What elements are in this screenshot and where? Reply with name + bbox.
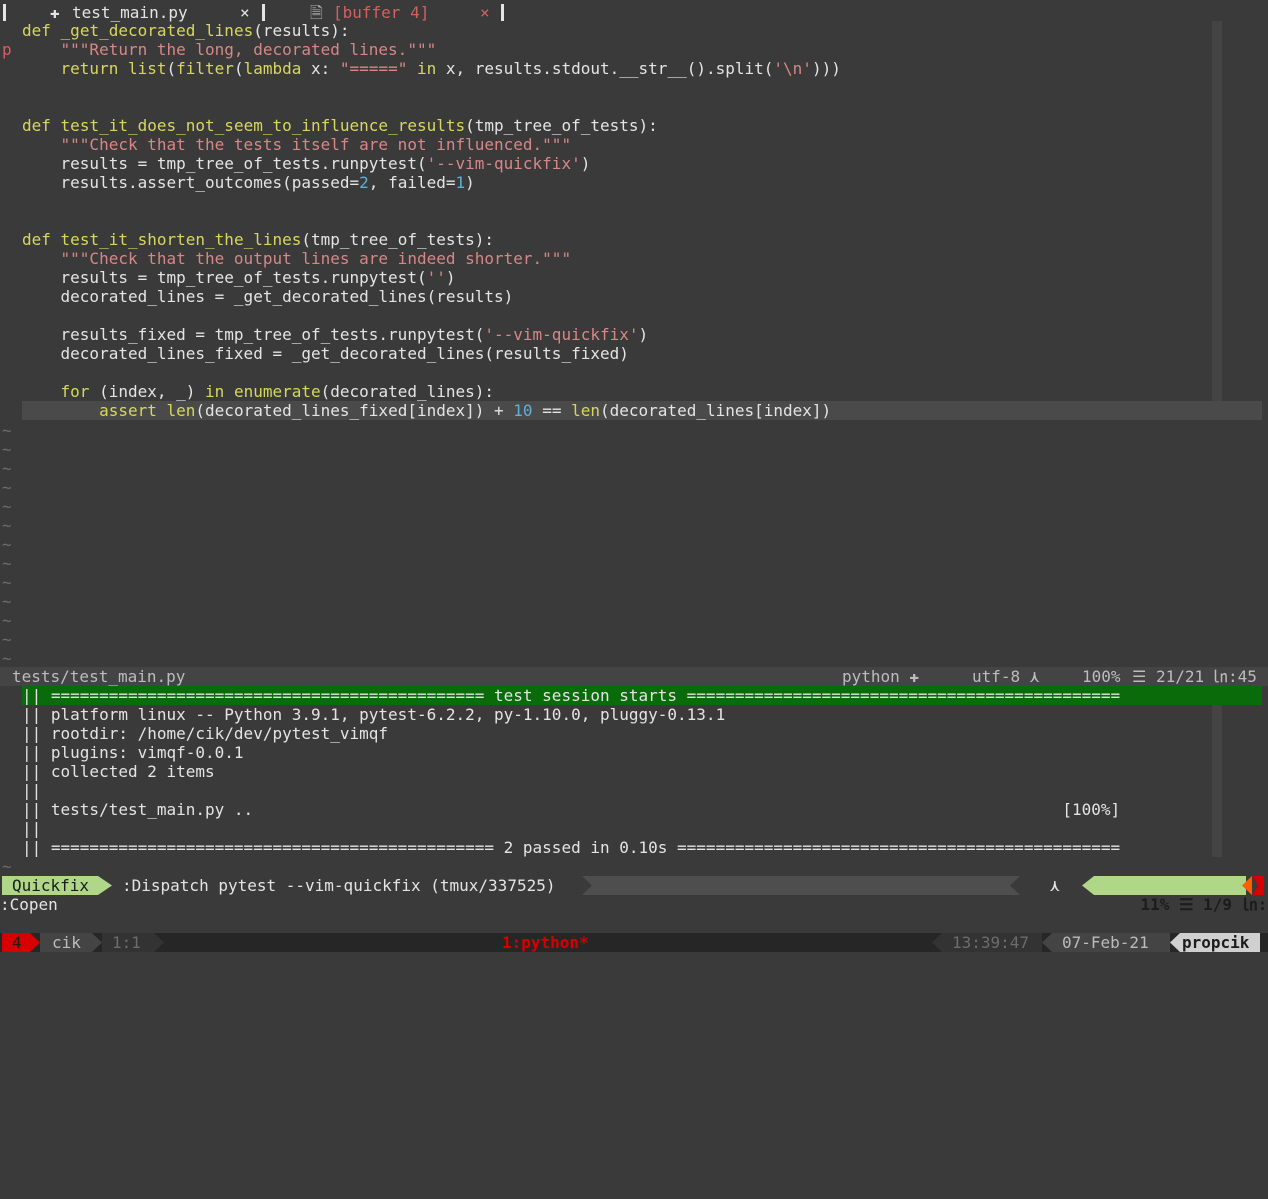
quickfix-entry[interactable]: ||	[22, 819, 41, 838]
statusline: tests/test_main.py python ✚ utf-8 ⋏ 100%…	[0, 667, 1268, 686]
command-line[interactable]: :Copen	[0, 895, 1268, 914]
column-position: ㏑:45	[1212, 667, 1257, 686]
tmux-session[interactable]: 4	[2, 933, 30, 952]
quickfix-entry[interactable]: || tests/test_main.py .. [100%]	[22, 800, 1120, 819]
empty-line: ~	[2, 516, 12, 535]
document-icon: 🗎	[310, 3, 323, 22]
quickfix-entry[interactable]: || collected 2 items	[22, 762, 215, 781]
scrollbar[interactable]	[1212, 21, 1222, 401]
warning-indicator	[1242, 876, 1264, 895]
quickfix-statusline: Quickfix :Dispatch pytest --vim-quickfix…	[0, 876, 1268, 914]
tab-buffer-4[interactable]: [buffer 4]	[333, 3, 429, 22]
quickfix-entry[interactable]: || =====================================…	[22, 686, 1120, 705]
empty-line: ~	[2, 440, 12, 459]
code-line[interactable]: """Return the long, decorated lines."""	[22, 40, 437, 59]
powerline-separator	[582, 876, 592, 895]
tmux-window-python[interactable]: 1:python*	[502, 933, 589, 952]
tmux-hostname: propcik	[1180, 933, 1260, 952]
code-line[interactable]: results.assert_outcomes(passed=2, failed…	[22, 173, 475, 192]
quickfix-entry[interactable]: || rootdir: /home/cik/dev/pytest_vimqf	[22, 724, 388, 743]
empty-line: ~	[2, 592, 12, 611]
tab-separator	[3, 4, 6, 21]
quickfix-window[interactable]: || =====================================…	[0, 686, 1268, 876]
file-encoding: utf-8 ⋏	[972, 667, 1040, 686]
tab-separator	[262, 4, 265, 21]
powerline-separator	[1010, 876, 1020, 895]
empty-line: ~	[2, 478, 12, 497]
code-line[interactable]: """Check that the output lines are indee…	[22, 249, 572, 268]
quickfix-position-block: 11% ☰ 1/9 ㏑:1	[1094, 876, 1268, 914]
tab-separator	[501, 4, 504, 21]
mode-indicator: Quickfix	[2, 876, 98, 895]
powerline-separator	[1082, 876, 1094, 895]
quickfix-entry[interactable]: ||	[22, 781, 41, 800]
powerline-separator	[98, 876, 112, 895]
code-line[interactable]: decorated_lines = _get_decorated_lines(r…	[22, 287, 514, 306]
powerline-separator	[1042, 933, 1052, 952]
code-line[interactable]: results = tmp_tree_of_tests.runpytest('-…	[22, 154, 591, 173]
tmux-time: 13:39:47	[942, 933, 1042, 952]
code-line[interactable]: def test_it_does_not_seem_to_influence_r…	[22, 116, 658, 135]
tmux-date: 07-Feb-21	[1052, 933, 1170, 952]
close-icon[interactable]: ×	[480, 3, 490, 22]
code-line[interactable]: return list(filter(lambda x: "=====" in …	[22, 59, 841, 78]
editor-pane[interactable]: p def _get_decorated_lines(results): """…	[0, 21, 1268, 668]
empty-line: ~	[2, 459, 12, 478]
powerline-separator	[154, 933, 164, 952]
empty-line: ~	[2, 421, 12, 440]
powerline-separator	[932, 933, 942, 952]
close-icon[interactable]: ×	[240, 3, 250, 22]
code-line[interactable]: results = tmp_tree_of_tests.runpytest(''…	[22, 268, 456, 287]
quickfix-entry[interactable]: || =====================================…	[22, 838, 1120, 857]
code-line[interactable]: """Check that the tests itself are not i…	[22, 135, 572, 154]
quickfix-title: :Dispatch pytest --vim-quickfix (tmux/33…	[122, 876, 556, 895]
empty-line: ~	[2, 611, 12, 630]
empty-line: ~	[2, 535, 12, 554]
empty-line: ~	[2, 573, 12, 592]
code-line[interactable]: for (index, _) in enumerate(decorated_li…	[22, 382, 495, 401]
line-position: ☰ 21/21	[1132, 667, 1205, 686]
code-line[interactable]: def test_it_shorten_the_lines(tmp_tree_o…	[22, 230, 494, 249]
empty-line: ~	[2, 857, 12, 876]
code-line[interactable]: assert len(decorated_lines_fixed[index])…	[22, 401, 831, 420]
tmux-statusbar: 4 cik 1:1 1:python* 13:39:47 07-Feb-21 p…	[0, 933, 1268, 952]
powerline-separator	[30, 933, 40, 952]
filetype: python ✚	[842, 667, 920, 686]
scroll-percent: 100%	[1082, 667, 1121, 686]
empty-line: ~	[2, 630, 12, 649]
empty-line: ~	[2, 649, 12, 668]
chevron-up-icon: ⋏	[1050, 876, 1060, 895]
file-path: tests/test_main.py	[12, 667, 186, 686]
status-fill	[582, 876, 1020, 895]
powerline-separator	[1170, 933, 1180, 952]
scrollbar[interactable]	[1212, 705, 1222, 857]
tab-test-main[interactable]: test_main.py	[72, 3, 188, 22]
quickfix-entry[interactable]: || plugins: vimqf-0.0.1	[22, 743, 244, 762]
tabline: ✚ test_main.py × 🗎 [buffer 4] ×	[0, 1, 1268, 23]
code-line[interactable]: results_fixed = tmp_tree_of_tests.runpyt…	[22, 325, 649, 344]
empty-line: ~	[2, 554, 12, 573]
sign-column-mark: p	[2, 40, 12, 59]
code-line[interactable]: decorated_lines_fixed = _get_decorated_l…	[22, 344, 629, 363]
empty-line: ~	[2, 497, 12, 516]
powerline-separator	[92, 933, 102, 952]
tmux-user: cik	[40, 933, 92, 952]
quickfix-entry[interactable]: || platform linux -- Python 3.9.1, pytes…	[22, 705, 725, 724]
tmux-pane: 1:1	[102, 933, 154, 952]
python-file-icon: ✚	[50, 3, 60, 22]
code-line[interactable]: def _get_decorated_lines(results):	[22, 21, 350, 40]
